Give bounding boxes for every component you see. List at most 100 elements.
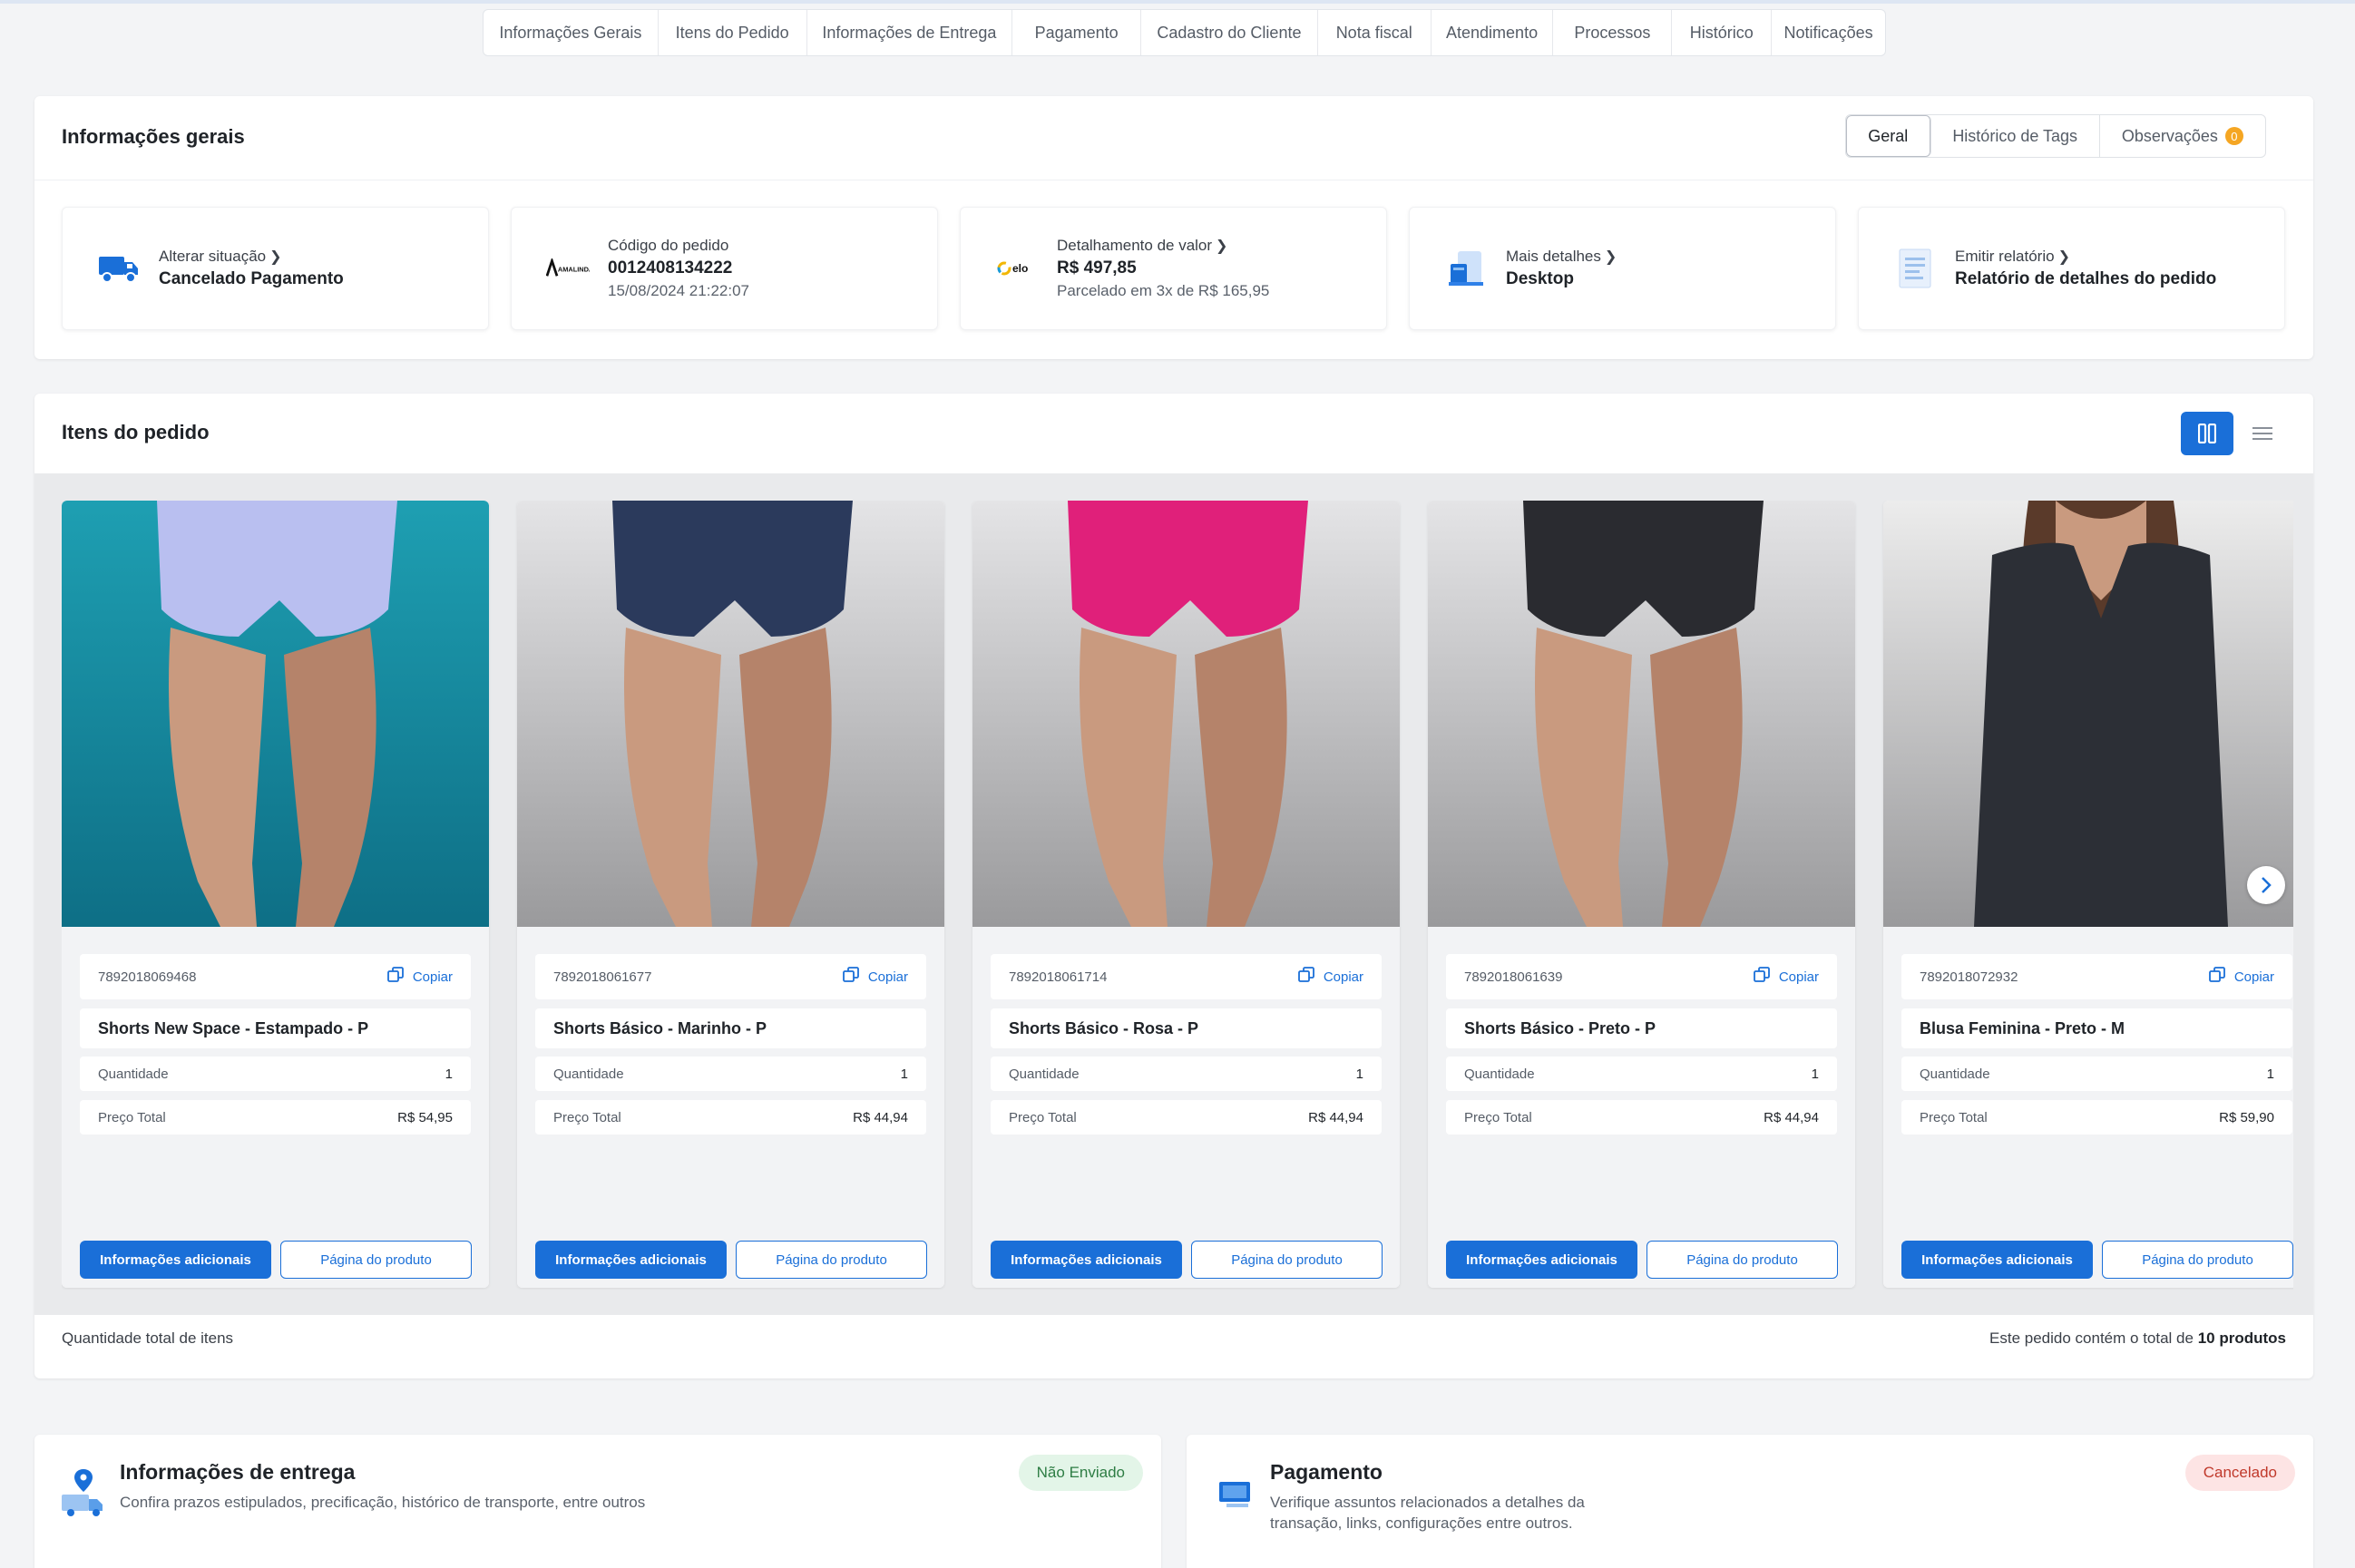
chevron-right-icon	[2262, 877, 2272, 893]
tab-itens-do-pedido[interactable]: Itens do Pedido	[659, 10, 807, 55]
payment-card[interactable]: Pagamento Verifique assuntos relacionado…	[1187, 1435, 2313, 1568]
total-price-row: Preço Total R$ 59,90	[1901, 1100, 2292, 1135]
quantity-label: Quantidade	[1464, 1066, 1535, 1082]
product-name-row: Shorts Básico - Preto - P	[1446, 1008, 1837, 1048]
report-box[interactable]: Emitir relatório ❯ Relatório de detalhes …	[1858, 207, 2285, 330]
product-photo[interactable]	[1883, 501, 2293, 927]
product-photo[interactable]	[62, 501, 489, 927]
segment-observacoes[interactable]: Observações 0	[2100, 115, 2265, 157]
copy-label: Copiar	[1778, 969, 1819, 985]
status-box[interactable]: Alterar situação ❯ Cancelado Pagamento	[62, 207, 489, 330]
additional-info-button[interactable]: Informações adicionais	[80, 1241, 271, 1279]
order-code-label: Código do pedido	[608, 237, 729, 254]
additional-info-button[interactable]: Informações adicionais	[535, 1241, 727, 1279]
product-name-row: Shorts New Space - Estampado - P	[80, 1008, 471, 1048]
payment-description-line2: transação, links, configurações entre ou…	[1270, 1514, 1573, 1532]
product-card: 7892018061639 Copiar Shorts Básico - Pre…	[1428, 501, 1855, 1288]
more-details-box[interactable]: Mais detalhes ❯ Desktop	[1409, 207, 1836, 330]
total-price-row: Preço Total R$ 44,94	[535, 1100, 926, 1135]
sku-row: 7892018061714 Copiar	[991, 954, 1382, 999]
report-value: Relatório de detalhes do pedido	[1955, 269, 2217, 288]
copy-sku-button[interactable]: Copiar	[842, 967, 908, 987]
segment-tags-label: Histórico de Tags	[1952, 126, 2078, 145]
delivery-info-card[interactable]: Informações de entrega Confira prazos es…	[34, 1435, 1161, 1568]
chevron-right-icon: ❯	[269, 249, 282, 265]
tab-cadastro-do-cliente[interactable]: Cadastro do Cliente	[1141, 10, 1318, 55]
items-total-label: Quantidade total de itens	[62, 1329, 234, 1347]
products-carousel: 7892018069468 Copiar Shorts New Space - …	[62, 501, 2293, 1290]
copy-icon	[1753, 967, 1770, 987]
tab-informacoes-de-entrega[interactable]: Informações de Entrega	[807, 10, 1013, 55]
quantity-row: Quantidade 1	[80, 1057, 471, 1091]
quantity-row: Quantidade 1	[991, 1057, 1382, 1091]
product-page-button[interactable]: Página do produto	[2102, 1241, 2293, 1279]
quantity-label: Quantidade	[98, 1066, 169, 1082]
svg-text:AMALINDA: AMALINDA	[558, 266, 590, 274]
order-total-value: R$ 497,85	[1057, 258, 1137, 278]
product-card: 7892018069468 Copiar Shorts New Space - …	[62, 501, 489, 1288]
payment-description-line1: Verifique assuntos relacionados a detalh…	[1270, 1494, 1585, 1511]
tab-historico[interactable]: Histórico	[1672, 10, 1773, 55]
sku-value: 7892018061714	[1009, 969, 1108, 985]
value-details-box[interactable]: elo Detalhamento de valor ❯ R$ 497,85 Par…	[960, 207, 1387, 330]
additional-info-button[interactable]: Informações adicionais	[1901, 1241, 2093, 1279]
product-name: Shorts Básico - Rosa - P	[1009, 1018, 1199, 1037]
product-page-button[interactable]: Página do produto	[280, 1241, 472, 1279]
product-photo[interactable]	[972, 501, 1400, 927]
copy-sku-button[interactable]: Copiar	[386, 967, 453, 987]
delivery-description: Confira prazos estipulados, precificação…	[120, 1494, 646, 1511]
tab-atendimento[interactable]: Atendimento	[1432, 10, 1554, 55]
product-page-button[interactable]: Página do produto	[736, 1241, 927, 1279]
product-photo[interactable]	[1428, 501, 1855, 927]
product-details: 7892018061639 Copiar Shorts Básico - Pre…	[1428, 927, 1855, 1288]
payment-title: Pagamento	[1270, 1460, 1383, 1484]
additional-info-button[interactable]: Informações adicionais	[1446, 1241, 1637, 1279]
carousel-next-button[interactable]	[2247, 866, 2285, 904]
copy-sku-button[interactable]: Copiar	[2208, 967, 2274, 987]
general-info-card: Informações gerais Geral Histórico de Ta…	[34, 96, 2313, 359]
total-price-row: Preço Total R$ 44,94	[1446, 1100, 1837, 1135]
quantity-row: Quantidade 1	[1901, 1057, 2292, 1091]
grid-view-toggle[interactable]	[2181, 412, 2233, 455]
product-page-button[interactable]: Página do produto	[1191, 1241, 1383, 1279]
product-details: 7892018072932 Copiar Blusa Feminina - Pr…	[1883, 927, 2293, 1288]
quantity-value: 1	[1355, 1066, 1363, 1082]
general-info-boxes: Alterar situação ❯ Cancelado Pagamento AM…	[62, 207, 2285, 330]
additional-info-button[interactable]: Informações adicionais	[991, 1241, 1182, 1279]
delivery-title: Informações de entrega	[120, 1460, 356, 1484]
payment-description: Verifique assuntos relacionados a detalh…	[1270, 1493, 1585, 1534]
sku-value: 7892018072932	[1920, 969, 2018, 985]
sku-row: 7892018072932 Copiar	[1901, 954, 2292, 999]
product-page-button[interactable]: Página do produto	[1647, 1241, 1838, 1279]
product-photo[interactable]	[517, 501, 944, 927]
tab-notificacoes[interactable]: Notificações	[1772, 10, 1885, 55]
product-name-row: Shorts Básico - Marinho - P	[535, 1008, 926, 1048]
total-price-label: Preço Total	[1920, 1109, 1988, 1125]
list-view-toggle[interactable]	[2248, 419, 2277, 448]
tab-informacoes-gerais[interactable]: Informações Gerais	[484, 10, 659, 55]
segment-geral[interactable]: Geral	[1846, 115, 1931, 157]
tab-nota-fiscal[interactable]: Nota fiscal	[1318, 10, 1432, 55]
elo-card-icon: elo	[995, 247, 1039, 290]
tab-pagamento[interactable]: Pagamento	[1012, 10, 1142, 55]
total-price-value: R$ 54,95	[397, 1109, 453, 1125]
sku-value: 7892018061677	[553, 969, 652, 985]
copy-sku-button[interactable]: Copiar	[1297, 967, 1363, 987]
quantity-row: Quantidade 1	[1446, 1057, 1837, 1091]
payment-status-badge: Cancelado	[2184, 1455, 2295, 1491]
quantity-row: Quantidade 1	[535, 1057, 926, 1091]
copy-icon	[386, 967, 404, 987]
copy-label: Copiar	[867, 969, 908, 985]
copy-label: Copiar	[1323, 969, 1363, 985]
order-date: 15/08/2024 21:22:07	[608, 282, 749, 299]
status-value: Cancelado Pagamento	[159, 269, 344, 288]
product-name: Shorts Básico - Preto - P	[1464, 1018, 1656, 1037]
chevron-right-icon: ❯	[2057, 249, 2070, 265]
desktop-device-icon	[1444, 247, 1488, 290]
delivery-status-badge: Não Enviado	[1018, 1455, 1143, 1491]
product-name-row: Shorts Básico - Rosa - P	[991, 1008, 1382, 1048]
tab-processos[interactable]: Processos	[1553, 10, 1673, 55]
segment-historico-tags[interactable]: Histórico de Tags	[1931, 115, 2100, 157]
copy-sku-button[interactable]: Copiar	[1753, 967, 1819, 987]
order-code-box: AMALINDA Código do pedido 0012408134222 …	[511, 207, 938, 330]
